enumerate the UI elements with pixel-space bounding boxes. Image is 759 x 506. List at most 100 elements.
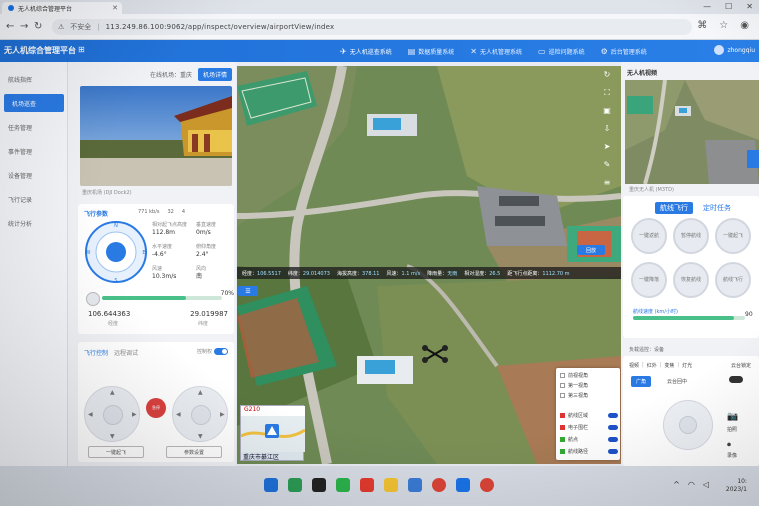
toggle-geofence[interactable]: 电子围栏 — [560, 424, 618, 431]
edit-icon[interactable]: ✎ — [601, 160, 613, 172]
translate-icon[interactable]: ⌘ — [697, 20, 707, 31]
tab-scheduled-task[interactable]: 定时任务 — [703, 202, 731, 214]
tab-infrared[interactable]: 红外 — [647, 362, 657, 369]
back-icon[interactable]: ← — [6, 21, 14, 32]
fly-route-button[interactable]: 航线飞行 — [715, 262, 751, 298]
minimize-icon[interactable]: — — [703, 2, 711, 11]
joystick-knob[interactable] — [191, 405, 211, 425]
switch[interactable] — [608, 449, 618, 454]
pause-route-button[interactable]: 暂停航线 — [673, 218, 709, 254]
profile-icon[interactable]: ◉ — [740, 20, 749, 31]
reload-icon[interactable]: ↻ — [34, 21, 42, 32]
return-home-button[interactable]: 一键返航 — [631, 218, 667, 254]
wps-icon[interactable] — [360, 478, 374, 492]
forward-icon[interactable]: → — [20, 21, 28, 32]
airport-detail-button[interactable]: 机场详情 — [197, 67, 232, 81]
joystick-up-icon[interactable]: ▲ — [198, 389, 203, 396]
sidebar-item-devices[interactable]: 设备管理 — [0, 166, 68, 184]
toggle-route-area[interactable]: 航线区域 — [560, 412, 618, 419]
nav-item-issues[interactable]: ▭ 巡检问题系统 — [538, 47, 585, 56]
joystick-up-icon[interactable]: ▲ — [110, 389, 115, 396]
download-icon[interactable]: ⇩ — [601, 124, 613, 136]
switch[interactable] — [608, 437, 618, 442]
one-key-takeoff-button[interactable]: 一键起飞 — [88, 446, 144, 458]
toggle-route-path[interactable]: 航线路径 — [560, 448, 618, 455]
menu-toggle-icon[interactable]: ⊞ — [78, 45, 85, 54]
gimbal-joystick[interactable] — [663, 400, 713, 450]
switch[interactable] — [608, 413, 618, 418]
gimbal-toggle[interactable] — [729, 376, 743, 383]
chrome-active-icon[interactable] — [480, 478, 494, 492]
sidebar-item-records[interactable]: 飞行记录 — [0, 190, 68, 208]
joystick-down-icon[interactable]: ▼ — [110, 433, 115, 440]
sidebar-item-events[interactable]: 事件管理 — [0, 142, 68, 160]
route-speed-slider[interactable] — [633, 316, 745, 320]
maximize-icon[interactable]: ☐ — [725, 2, 732, 11]
folder-icon[interactable] — [384, 478, 398, 492]
joystick-left-icon[interactable]: ◀ — [176, 411, 181, 418]
nav-item-drone-manage[interactable]: ✕ 无人机管理系统 — [470, 47, 522, 56]
drone-video-feed[interactable] — [625, 80, 759, 184]
sidebar-item-route[interactable]: 航线指挥 — [0, 70, 68, 88]
layer-third-person[interactable]: 第三视角 — [560, 392, 618, 399]
replay-button[interactable]: 回放 — [577, 245, 605, 255]
sidebar-item-tasks[interactable]: 任务管理 — [0, 118, 68, 136]
terminal-icon[interactable] — [312, 478, 326, 492]
image-icon[interactable]: ▣ — [601, 106, 613, 118]
joystick-right-icon[interactable]: ▶ — [220, 411, 225, 418]
resume-route-button[interactable]: 恢复航线 — [673, 262, 709, 298]
land-button[interactable]: 一键降落 — [631, 262, 667, 298]
layer-front-view[interactable]: 前视视角 — [560, 372, 618, 379]
joystick-knob[interactable] — [679, 416, 697, 434]
nav-item-data[interactable]: ▤ 数据质量系统 — [408, 47, 455, 56]
tab-flight-control[interactable]: 飞行控制 — [84, 348, 108, 357]
sidebar-item-airport[interactable]: 机场巡查 — [4, 94, 64, 112]
emergency-stop-button[interactable]: 急停 — [146, 398, 166, 418]
close-window-icon[interactable]: ✕ — [746, 2, 753, 11]
mini-map[interactable]: G210 重庆市綦江区 — [240, 405, 305, 461]
send-icon[interactable]: ➤ — [601, 142, 613, 154]
gimbal-reset-label[interactable]: 云台回中 — [667, 378, 687, 385]
clock[interactable]: 10: 2023/1 — [726, 478, 747, 494]
checkbox[interactable] — [560, 393, 565, 398]
refresh-icon[interactable]: ↻ — [601, 70, 613, 82]
tab-zoom[interactable]: 变焦 — [664, 362, 674, 369]
layer-first-person[interactable]: 第一视角 — [560, 382, 618, 389]
sidebar-item-stats[interactable]: 统计分析 — [0, 214, 68, 232]
left-joystick[interactable]: ▲ ▼ ◀ ▶ — [84, 386, 140, 442]
toggle-waypoints[interactable]: 航点 — [560, 436, 618, 443]
app-icon[interactable] — [408, 478, 422, 492]
checkbox[interactable] — [560, 383, 565, 388]
user-badge[interactable]: zhongqiu — [714, 45, 755, 55]
volume-icon[interactable]: ◁ — [703, 480, 709, 489]
tab-light[interactable]: 灯光 — [682, 362, 692, 369]
wide-angle-button[interactable]: 广角 — [631, 376, 652, 387]
app-icon[interactable] — [288, 478, 302, 492]
checkbox[interactable] — [560, 373, 565, 378]
layers-icon[interactable]: ≡ — [601, 178, 613, 190]
nav-item-inspect[interactable]: ✈ 无人机巡查系统 — [340, 47, 392, 56]
joystick-knob[interactable] — [103, 405, 123, 425]
joystick-right-icon[interactable]: ▶ — [132, 411, 137, 418]
switch[interactable] — [608, 425, 618, 430]
right-joystick[interactable]: ▲ ▼ ◀ ▶ — [172, 386, 228, 442]
fullscreen-icon[interactable]: ⛶ — [601, 88, 613, 100]
close-tab-icon[interactable]: ✕ — [112, 4, 118, 12]
tab-video[interactable]: 视频 — [629, 362, 639, 369]
star-icon[interactable]: ☆ — [719, 20, 728, 31]
param-settings-button[interactable]: 参数设置 — [166, 446, 222, 458]
joystick-left-icon[interactable]: ◀ — [88, 411, 93, 418]
panel-toggle-icon[interactable]: ☰ — [238, 286, 258, 296]
airport-camera-feed[interactable] — [80, 86, 232, 186]
url-input[interactable]: ⚠ 不安全 | 113.249.86.100:9062/app/inspect/… — [52, 19, 692, 35]
control-authority-toggle[interactable] — [214, 348, 228, 355]
wechat-icon[interactable] — [336, 478, 350, 492]
start-menu-icon[interactable] — [264, 478, 278, 492]
chrome-icon[interactable] — [432, 478, 446, 492]
camera-icon[interactable]: 📷 — [727, 412, 738, 422]
wifi-icon[interactable]: ◠ — [688, 480, 695, 489]
joystick-down-icon[interactable]: ▼ — [198, 433, 203, 440]
tab-remote-debug[interactable]: 远程调试 — [114, 348, 138, 357]
chevron-up-icon[interactable]: ^ — [673, 480, 680, 489]
takeoff-button[interactable]: 一键起飞 — [715, 218, 751, 254]
